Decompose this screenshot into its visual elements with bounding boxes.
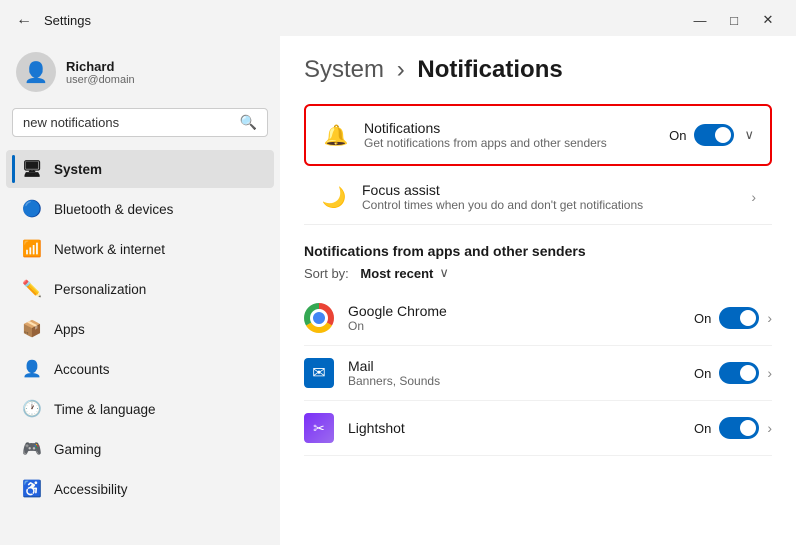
chevron-down-icon[interactable]: ∨ bbox=[744, 127, 754, 143]
mail-toggle[interactable] bbox=[719, 362, 759, 384]
titlebar-controls: — □ ✕ bbox=[684, 8, 784, 32]
sidebar: 👤 Richard user@domain 🔍 🖥 System 🔵 Bluet… bbox=[0, 36, 280, 545]
sort-chevron-icon[interactable]: ∨ bbox=[439, 265, 449, 281]
sidebar-item-accounts[interactable]: 👤 Accounts bbox=[6, 350, 274, 388]
user-info: Richard user@domain bbox=[66, 59, 135, 86]
breadcrumb-current: Notifications bbox=[417, 56, 562, 83]
sidebar-item-label: Network & internet bbox=[54, 242, 165, 257]
sidebar-item-label: Personalization bbox=[54, 282, 146, 297]
page-header: System › Notifications bbox=[304, 56, 772, 84]
breadcrumb-separator: › bbox=[397, 56, 405, 83]
accounts-icon: 👤 bbox=[22, 359, 42, 379]
search-box[interactable]: 🔍 bbox=[12, 108, 268, 137]
app-card-chrome: Google Chrome On On › bbox=[304, 291, 772, 346]
mail-text: Mail Banners, Sounds bbox=[348, 358, 680, 388]
chrome-svg bbox=[304, 303, 334, 333]
content-area: System › Notifications 🔔 Notifications G… bbox=[280, 36, 796, 545]
sidebar-item-label: Bluetooth & devices bbox=[54, 202, 173, 217]
sort-value[interactable]: Most recent bbox=[360, 266, 433, 281]
notifications-status: On bbox=[669, 128, 686, 143]
mail-chevron-icon[interactable]: › bbox=[767, 365, 772, 381]
sidebar-item-label: System bbox=[54, 162, 102, 177]
titlebar-left: ← Settings bbox=[12, 9, 91, 31]
lightshot-name: Lightshot bbox=[348, 420, 680, 436]
search-icon: 🔍 bbox=[240, 114, 257, 131]
breadcrumb-parent: System bbox=[304, 56, 384, 83]
chrome-text: Google Chrome On bbox=[348, 303, 680, 333]
notifications-card-title: Notifications bbox=[364, 120, 655, 136]
notifications-card-text: Notifications Get notifications from app… bbox=[364, 120, 655, 150]
chrome-toggle[interactable] bbox=[719, 307, 759, 329]
titlebar: ← Settings — □ ✕ bbox=[0, 0, 796, 36]
minimize-button[interactable]: — bbox=[684, 8, 716, 32]
sidebar-item-system[interactable]: 🖥 System bbox=[6, 150, 274, 188]
notifications-card-sub: Get notifications from apps and other se… bbox=[364, 136, 655, 150]
personalization-icon: ✏️ bbox=[22, 279, 42, 299]
notifications-toggle[interactable] bbox=[694, 124, 734, 146]
apps-section-header: Notifications from apps and other sender… bbox=[304, 243, 772, 259]
chrome-right: On › bbox=[694, 307, 772, 329]
notifications-card-right: On ∨ bbox=[669, 124, 754, 146]
lightshot-text: Lightshot bbox=[348, 420, 680, 436]
sidebar-item-label: Time & language bbox=[54, 402, 156, 417]
sort-row: Sort by: Most recent ∨ bbox=[304, 265, 772, 281]
focus-assist-card: 🌙 Focus assist Control times when you do… bbox=[304, 170, 772, 225]
focus-icon: 🌙 bbox=[320, 183, 348, 211]
user-sub: user@domain bbox=[66, 74, 135, 86]
mail-sub: Banners, Sounds bbox=[348, 374, 680, 388]
lightshot-toggle[interactable] bbox=[719, 417, 759, 439]
chrome-name: Google Chrome bbox=[348, 303, 680, 319]
focus-card-title: Focus assist bbox=[362, 182, 737, 198]
network-icon: 📶 bbox=[22, 239, 42, 259]
sidebar-item-label: Accounts bbox=[54, 362, 110, 377]
mail-status: On bbox=[694, 366, 711, 381]
avatar: 👤 bbox=[16, 52, 56, 92]
notifications-card: 🔔 Notifications Get notifications from a… bbox=[304, 104, 772, 166]
accessibility-icon: ♿ bbox=[22, 479, 42, 499]
lightshot-status: On bbox=[694, 421, 711, 436]
titlebar-title: Settings bbox=[44, 13, 91, 28]
lightshot-icon: ✂ bbox=[304, 413, 334, 443]
chevron-right-icon: › bbox=[751, 189, 756, 205]
user-name: Richard bbox=[66, 59, 135, 74]
lightshot-right: On › bbox=[694, 417, 772, 439]
focus-card-text: Focus assist Control times when you do a… bbox=[362, 182, 737, 212]
focus-card-right[interactable]: › bbox=[751, 189, 756, 205]
sidebar-item-accessibility[interactable]: ♿ Accessibility bbox=[6, 470, 274, 508]
search-input[interactable] bbox=[23, 115, 234, 130]
system-icon: 🖥 bbox=[22, 159, 42, 179]
sort-label: Sort by: bbox=[304, 266, 349, 281]
app-body: 👤 Richard user@domain 🔍 🖥 System 🔵 Bluet… bbox=[0, 36, 796, 545]
sidebar-item-gaming[interactable]: 🎮 Gaming bbox=[6, 430, 274, 468]
chrome-sub: On bbox=[348, 319, 680, 333]
close-button[interactable]: ✕ bbox=[752, 8, 784, 32]
sidebar-item-label: Apps bbox=[54, 322, 85, 337]
sidebar-item-apps[interactable]: 📦 Apps bbox=[6, 310, 274, 348]
back-button[interactable]: ← bbox=[12, 9, 36, 31]
bell-icon: 🔔 bbox=[322, 121, 350, 149]
time-icon: 🕐 bbox=[22, 399, 42, 419]
sidebar-item-bluetooth[interactable]: 🔵 Bluetooth & devices bbox=[6, 190, 274, 228]
app-card-mail: ✉ Mail Banners, Sounds On › bbox=[304, 346, 772, 401]
app-card-lightshot: ✂ Lightshot On › bbox=[304, 401, 772, 456]
mail-right: On › bbox=[694, 362, 772, 384]
chrome-status: On bbox=[694, 311, 711, 326]
bluetooth-icon: 🔵 bbox=[22, 199, 42, 219]
sidebar-item-label: Gaming bbox=[54, 442, 101, 457]
sidebar-item-network[interactable]: 📶 Network & internet bbox=[6, 230, 274, 268]
apps-icon: 📦 bbox=[22, 319, 42, 339]
maximize-button[interactable]: □ bbox=[718, 8, 750, 32]
user-section: 👤 Richard user@domain bbox=[0, 44, 280, 108]
lightshot-chevron-icon[interactable]: › bbox=[767, 420, 772, 436]
sidebar-item-label: Accessibility bbox=[54, 482, 128, 497]
sidebar-item-personalization[interactable]: ✏️ Personalization bbox=[6, 270, 274, 308]
chrome-icon bbox=[304, 303, 334, 333]
mail-name: Mail bbox=[348, 358, 680, 374]
mail-icon: ✉ bbox=[304, 358, 334, 388]
focus-card-sub: Control times when you do and don't get … bbox=[362, 198, 737, 212]
gaming-icon: 🎮 bbox=[22, 439, 42, 459]
sidebar-item-time[interactable]: 🕐 Time & language bbox=[6, 390, 274, 428]
chrome-chevron-icon[interactable]: › bbox=[767, 310, 772, 326]
